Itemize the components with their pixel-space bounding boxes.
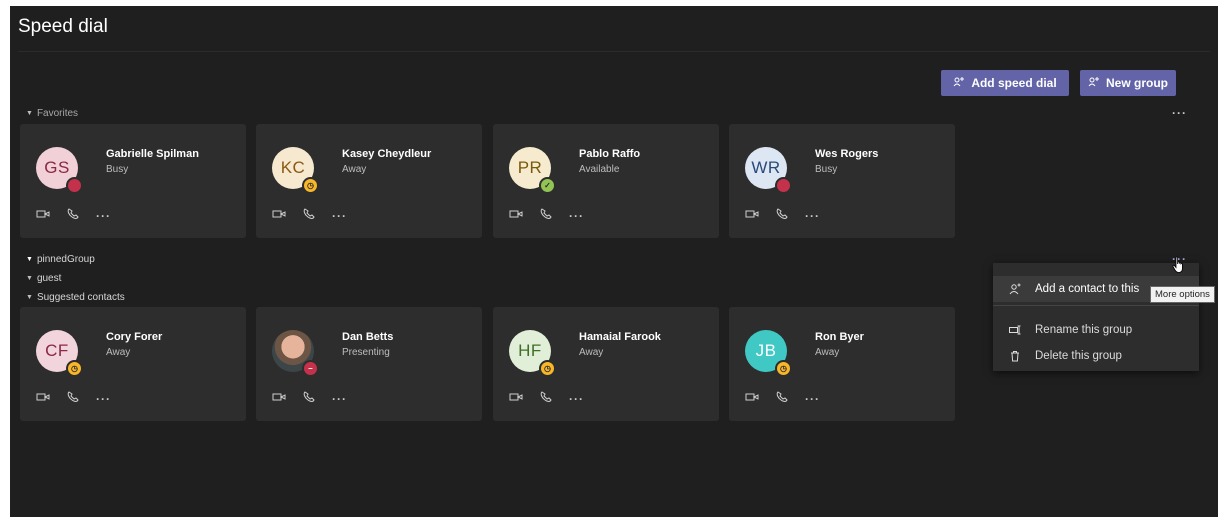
menu-item-label: Delete this group (1035, 350, 1122, 362)
card-more-options-icon[interactable]: ··· (332, 209, 347, 223)
contact-card[interactable]: GS Gabrielle Spilman Busy ··· (20, 124, 246, 238)
video-call-icon[interactable] (36, 207, 50, 225)
video-call-icon[interactable] (509, 390, 523, 408)
video-call-icon[interactable] (509, 207, 523, 225)
favorites-more-options-icon[interactable]: ··· (1172, 106, 1187, 120)
favorites-label: Favorites (36, 108, 79, 119)
away-status-icon: ◷ (66, 360, 83, 377)
presenting-status-icon: – (302, 360, 319, 377)
card-more-options-icon[interactable]: ··· (805, 392, 820, 406)
contact-name: Dan Betts (342, 331, 394, 343)
menu-divider (993, 305, 1199, 306)
contact-name: Kasey Cheydleur (342, 148, 432, 160)
card-more-options-icon[interactable]: ··· (569, 209, 584, 223)
contact-card[interactable]: KC ◷ Kasey Cheydleur Away ··· (256, 124, 482, 238)
card-more-options-icon[interactable]: ··· (96, 209, 111, 223)
contact-name: Pablo Raffo (579, 148, 641, 160)
rename-icon (1007, 325, 1023, 335)
card-more-options-icon[interactable]: ··· (96, 392, 111, 406)
video-call-icon[interactable] (745, 207, 759, 225)
guest-group-header[interactable]: ▼ guest (26, 273, 61, 284)
menu-item-rename[interactable]: Rename this group (993, 317, 1199, 343)
new-group-label: New group (1106, 76, 1168, 90)
contact-status: Busy (106, 164, 129, 175)
available-status-icon: ✓ (539, 177, 556, 194)
card-more-options-icon[interactable]: ··· (805, 209, 820, 223)
card-more-options-icon[interactable]: ··· (332, 392, 347, 406)
contact-status: Away (579, 347, 604, 358)
contact-status: Busy (815, 164, 838, 175)
page-title: Speed dial (18, 16, 108, 37)
away-status-icon: ◷ (539, 360, 556, 377)
audio-call-icon[interactable] (539, 390, 553, 408)
group-context-menu: Add a contact to this Rename this group … (993, 263, 1199, 371)
collapse-caret-icon: ▼ (26, 256, 33, 263)
favorites-section-header[interactable]: ▼ Favorites (26, 108, 78, 119)
pinned-group-label: pinnedGroup (36, 254, 95, 265)
pinned-group-header[interactable]: ▼ pinnedGroup (26, 254, 95, 265)
contact-status: Away (106, 347, 131, 358)
contact-status: Away (815, 347, 840, 358)
add-speed-dial-button[interactable]: Add speed dial (941, 70, 1069, 96)
contact-card[interactable]: WR Wes Rogers Busy ··· (729, 124, 955, 238)
audio-call-icon[interactable] (302, 390, 316, 408)
contact-card[interactable]: HF ◷ Hamaial Farook Away ··· (493, 307, 719, 421)
trash-icon (1007, 350, 1023, 362)
audio-call-icon[interactable] (539, 207, 553, 225)
audio-call-icon[interactable] (66, 390, 80, 408)
menu-item-delete[interactable]: Delete this group (993, 343, 1199, 369)
audio-call-icon[interactable] (775, 390, 789, 408)
contact-card[interactable]: JB ◷ Ron Byer Away ··· (729, 307, 955, 421)
new-group-icon (1088, 76, 1100, 91)
contact-status: Away (342, 164, 367, 175)
away-status-icon: ◷ (302, 177, 319, 194)
contact-name: Hamaial Farook (579, 331, 661, 343)
contact-name: Ron Byer (815, 331, 864, 343)
contact-name: Gabrielle Spilman (106, 148, 199, 160)
away-status-icon: ◷ (775, 360, 792, 377)
collapse-caret-icon: ▼ (26, 110, 33, 117)
add-person-icon (953, 76, 965, 91)
guest-label: guest (36, 273, 62, 284)
new-group-button[interactable]: New group (1080, 70, 1176, 96)
audio-call-icon[interactable] (66, 207, 80, 225)
video-call-icon[interactable] (272, 207, 286, 225)
menu-item-label: Rename this group (1035, 324, 1133, 336)
contact-status: Available (579, 164, 620, 175)
title-divider (18, 51, 1210, 52)
contact-card[interactable]: PR ✓ Pablo Raffo Available ··· (493, 124, 719, 238)
contact-name: Cory Forer (106, 331, 163, 343)
video-call-icon[interactable] (272, 390, 286, 408)
add-contact-icon (1007, 283, 1023, 295)
busy-status-icon (66, 177, 83, 194)
audio-call-icon[interactable] (302, 207, 316, 225)
contact-status: Presenting (342, 347, 390, 358)
video-call-icon[interactable] (36, 390, 50, 408)
contact-card[interactable]: CF ◷ Cory Forer Away ··· (20, 307, 246, 421)
card-more-options-icon[interactable]: ··· (569, 392, 584, 406)
suggested-contacts-header[interactable]: ▼ Suggested contacts (26, 292, 125, 303)
video-call-icon[interactable] (745, 390, 759, 408)
collapse-caret-icon: ▼ (26, 294, 33, 301)
menu-item-label: Add a contact to this (1035, 283, 1140, 295)
speed-dial-app: Speed dial Add speed dial New group ▼ Fa… (10, 6, 1218, 517)
contact-name: Wes Rogers (815, 148, 879, 160)
contact-card[interactable]: – Dan Betts Presenting ··· (256, 307, 482, 421)
busy-status-icon (775, 177, 792, 194)
add-speed-dial-label: Add speed dial (971, 76, 1057, 90)
collapse-caret-icon: ▼ (26, 275, 33, 282)
suggested-contacts-label: Suggested contacts (36, 292, 125, 303)
more-options-tooltip: More options (1150, 286, 1215, 303)
audio-call-icon[interactable] (775, 207, 789, 225)
hand-pointer-cursor-icon (1172, 256, 1186, 279)
